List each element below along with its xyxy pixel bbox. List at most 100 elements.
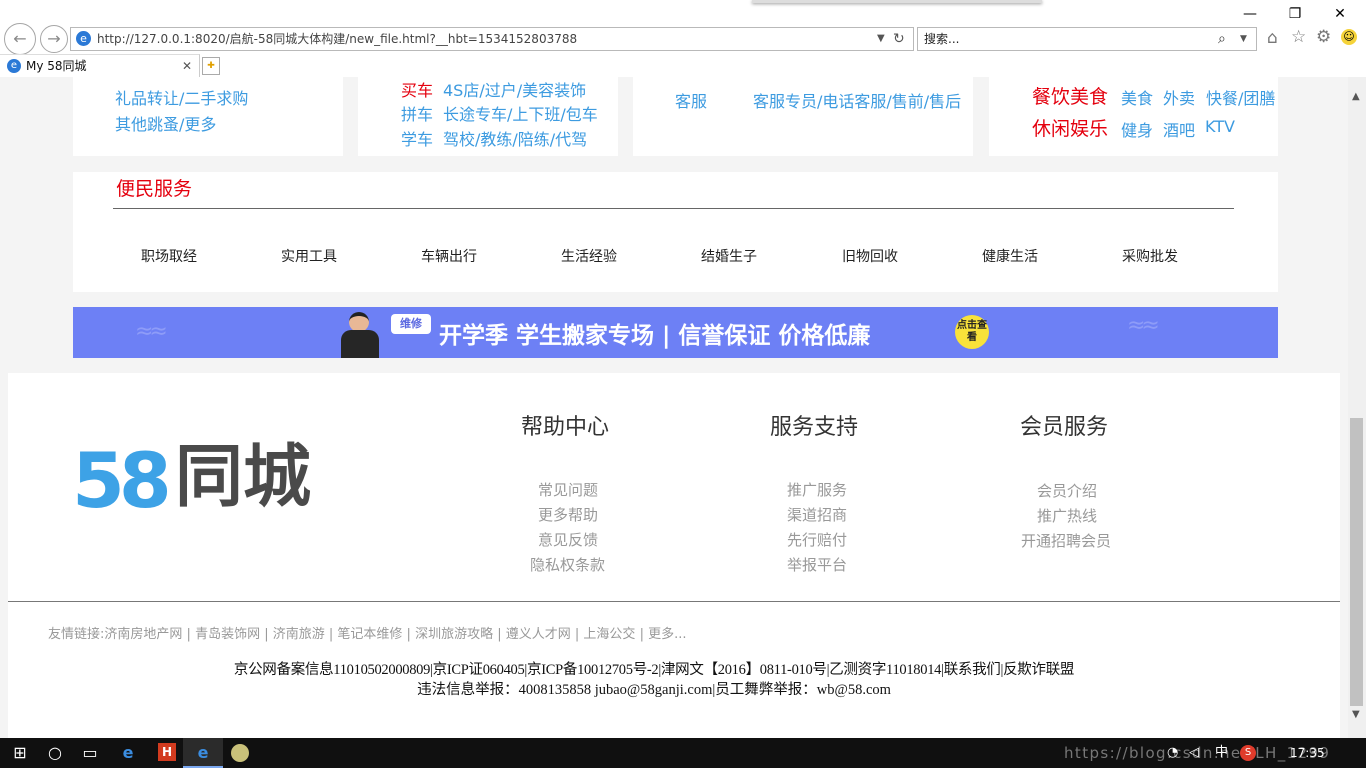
logo-digits: 58 bbox=[72, 436, 172, 525]
service-item[interactable]: 采购批发 bbox=[1122, 246, 1178, 266]
clock-time[interactable]: 17:35 bbox=[1290, 738, 1325, 768]
footer-col-title: 服务支持 bbox=[770, 415, 859, 440]
friend-link[interactable]: 济南旅游 bbox=[273, 627, 325, 642]
convenience-service-section: 便民服务 职场取经 实用工具 车辆出行 生活经验 结婚生子 旧物回收 健康生活 … bbox=[73, 172, 1278, 292]
refresh-icon[interactable]: ↻ bbox=[893, 28, 905, 50]
search-icon[interactable]: ⌕ bbox=[1218, 28, 1226, 50]
link-more-flea[interactable]: 其他跳蚤/更多 bbox=[115, 111, 216, 135]
footer-link[interactable]: 开通招聘会员 bbox=[1021, 530, 1111, 551]
link-bar[interactable]: 酒吧 bbox=[1163, 117, 1195, 141]
label-customer-service[interactable]: 客服 bbox=[675, 88, 707, 112]
logo-text: 同城 bbox=[175, 438, 312, 517]
edge-browser-icon[interactable]: e bbox=[108, 738, 148, 768]
banner-cta-button[interactable]: 点击查看 bbox=[955, 315, 989, 349]
browser-chrome: — ❐ ✕ ← → e http://127.0.0.1:8020/启航-58同… bbox=[0, 0, 1366, 78]
service-item[interactable]: 健康生活 bbox=[982, 246, 1038, 266]
new-tab-icon[interactable]: ✚ bbox=[202, 57, 220, 75]
friend-link[interactable]: 深圳旅游攻略 bbox=[415, 627, 493, 642]
footer-link[interactable]: 举报平台 bbox=[787, 554, 847, 575]
page-viewport: 礼品转让/二手求购 其他跳蚤/更多 买车 4S店/过户/美容装饰 拼车 长途专车… bbox=[0, 77, 1348, 738]
favorites-star-icon[interactable]: ☆ bbox=[1291, 27, 1306, 47]
footer-link[interactable]: 渠道招商 bbox=[787, 504, 847, 525]
service-item[interactable]: 生活经验 bbox=[561, 246, 617, 266]
footer-link[interactable]: 意见反馈 bbox=[538, 529, 598, 550]
sogou-input-icon[interactable]: S bbox=[1240, 745, 1256, 761]
ime-indicator[interactable]: 中 bbox=[1215, 738, 1228, 768]
task-view-icon[interactable]: ▭ bbox=[70, 738, 110, 768]
scrollbar-thumb[interactable] bbox=[1350, 418, 1363, 706]
gear-icon[interactable]: ⚙ bbox=[1316, 27, 1331, 47]
footer-link[interactable]: 隐私权条款 bbox=[530, 554, 605, 575]
footer-link[interactable]: 推广热线 bbox=[1037, 505, 1097, 526]
link-takeout[interactable]: 外卖 bbox=[1163, 85, 1195, 109]
footer-link[interactable]: 推广服务 bbox=[787, 479, 847, 500]
friend-link[interactable]: 济南房地产网 bbox=[104, 627, 182, 642]
links-carpool[interactable]: 长途专车/上下班/包车 bbox=[443, 101, 598, 125]
separator: | bbox=[324, 627, 338, 642]
windows-start-icon[interactable]: ⊞ bbox=[0, 738, 40, 768]
back-icon[interactable]: ← bbox=[4, 23, 36, 55]
footer-link[interactable]: 常见问题 bbox=[538, 479, 598, 500]
label-food[interactable]: 餐饮美食 bbox=[1032, 82, 1108, 109]
hbuilder-icon[interactable]: H bbox=[158, 743, 176, 761]
link-fitness[interactable]: 健身 bbox=[1121, 117, 1153, 141]
address-bar[interactable]: e http://127.0.0.1:8020/启航-58同城大体构建/new_… bbox=[70, 27, 914, 51]
app-icon[interactable] bbox=[231, 744, 249, 762]
links-buy-car[interactable]: 4S店/过户/美容装饰 bbox=[443, 77, 586, 101]
cortana-search-icon[interactable]: ○ bbox=[35, 738, 75, 768]
home-icon[interactable]: ⌂ bbox=[1267, 28, 1278, 48]
tab-title: My 58同城 bbox=[26, 59, 87, 73]
browser-tab[interactable]: e My 58同城 ✕ bbox=[0, 54, 200, 78]
link-fastfood[interactable]: 快餐/团膳 bbox=[1206, 85, 1275, 109]
label-leisure[interactable]: 休闲娱乐 bbox=[1032, 114, 1108, 141]
divider bbox=[113, 208, 1234, 209]
footer-divider bbox=[8, 601, 1340, 602]
close-window-icon[interactable]: ✕ bbox=[1328, 4, 1352, 24]
category-card-secondhand: 礼品转让/二手求购 其他跳蚤/更多 bbox=[73, 77, 343, 156]
restore-icon[interactable]: ❐ bbox=[1283, 4, 1307, 24]
friend-link[interactable]: 上海公交 bbox=[583, 627, 635, 642]
links-learn-driving[interactable]: 驾校/教练/陪练/代驾 bbox=[443, 126, 587, 150]
friend-link[interactable]: 遵义人才网 bbox=[506, 627, 571, 642]
chevron-down-icon[interactable]: ▼ bbox=[1240, 28, 1247, 50]
footer-link[interactable]: 会员介绍 bbox=[1037, 480, 1097, 501]
link-ktv[interactable]: KTV bbox=[1205, 117, 1235, 136]
chevron-down-icon[interactable]: ▼ bbox=[877, 28, 885, 50]
separator: | bbox=[570, 627, 584, 642]
service-item[interactable]: 车辆出行 bbox=[421, 246, 477, 266]
footer-link[interactable]: 先行赔付 bbox=[787, 529, 847, 550]
label-learn-driving[interactable]: 学车 bbox=[401, 126, 433, 150]
links-customer-service[interactable]: 客服专员/电话客服/售前/售后 bbox=[753, 88, 961, 112]
category-card-food: 餐饮美食 美食 外卖 快餐/团膳 休闲娱乐 健身 酒吧 KTV bbox=[989, 77, 1278, 156]
separator: | bbox=[402, 627, 416, 642]
vertical-scrollbar[interactable]: ▲ ▼ bbox=[1348, 77, 1366, 738]
friend-link[interactable]: 青岛装饰网 bbox=[195, 627, 260, 642]
banner-text: 开学季 学生搬家专场 | 信誉保证 价格低廉 bbox=[439, 323, 871, 349]
internet-explorer-icon[interactable]: e bbox=[183, 738, 223, 768]
friend-link[interactable]: 笔记本维修 bbox=[337, 627, 402, 642]
promo-banner[interactable]: ≈≈ ≈≈ 维修 开学季 学生搬家专场 | 信誉保证 价格低廉 点击查看 bbox=[73, 307, 1278, 358]
service-item[interactable]: 结婚生子 bbox=[701, 246, 757, 266]
scroll-up-icon[interactable]: ▲ bbox=[1352, 91, 1360, 102]
worker-figure-icon bbox=[341, 312, 379, 358]
network-icon[interactable]: ◔ bbox=[1167, 738, 1178, 768]
link-gift-transfer[interactable]: 礼品转让/二手求购 bbox=[115, 85, 248, 109]
minimize-icon[interactable]: — bbox=[1238, 4, 1262, 24]
58-logo[interactable]: 58 同城 bbox=[72, 435, 332, 525]
volume-icon[interactable]: ◁ bbox=[1189, 738, 1199, 768]
link-food[interactable]: 美食 bbox=[1121, 85, 1153, 109]
separator: | bbox=[260, 627, 273, 642]
smiley-feedback-icon[interactable]: ☺ bbox=[1341, 29, 1357, 45]
search-input[interactable]: 搜索... ⌕ ▼ bbox=[917, 27, 1257, 51]
footer-link[interactable]: 更多帮助 bbox=[538, 504, 598, 525]
scroll-down-icon[interactable]: ▼ bbox=[1352, 709, 1360, 720]
forward-icon[interactable]: → bbox=[40, 25, 68, 53]
service-item[interactable]: 职场取经 bbox=[141, 246, 197, 266]
category-card-service: 客服 客服专员/电话客服/售前/售后 bbox=[633, 77, 973, 156]
close-tab-icon[interactable]: ✕ bbox=[182, 55, 192, 77]
service-item[interactable]: 实用工具 bbox=[281, 246, 337, 266]
service-item[interactable]: 旧物回收 bbox=[842, 246, 898, 266]
label-carpool[interactable]: 拼车 bbox=[401, 101, 433, 125]
friend-link[interactable]: 更多... bbox=[648, 627, 686, 642]
label-buy-car[interactable]: 买车 bbox=[401, 77, 433, 101]
